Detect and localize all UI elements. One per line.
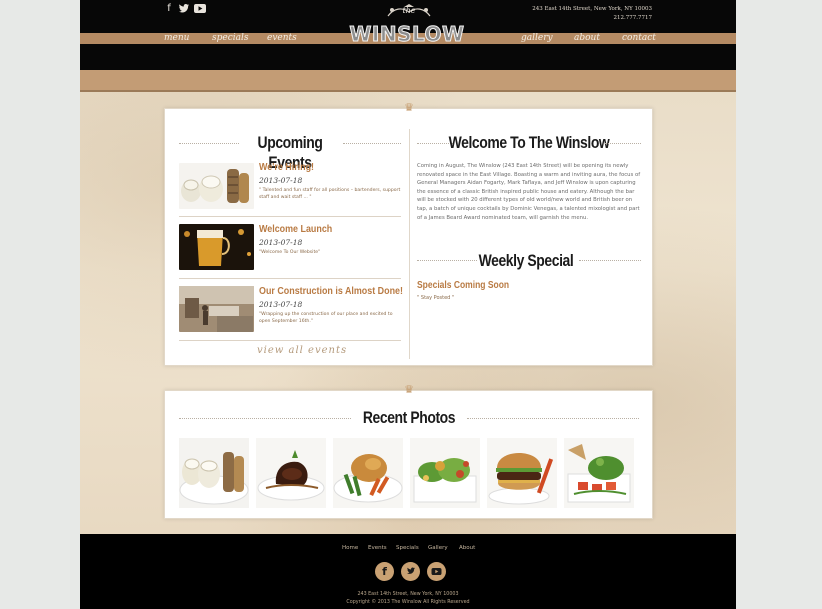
weekly-special-title: Weekly Special bbox=[478, 251, 574, 270]
column-divider bbox=[409, 129, 410, 359]
title-rule bbox=[579, 260, 641, 261]
divider bbox=[179, 340, 401, 341]
crown-icon: ♛ bbox=[404, 383, 414, 396]
steak-photo[interactable] bbox=[256, 438, 326, 508]
divider bbox=[179, 278, 401, 279]
event-image-construction[interactable] bbox=[179, 286, 254, 332]
event-image-launch[interactable] bbox=[179, 224, 254, 270]
footer-link-home[interactable]: Home bbox=[342, 545, 358, 551]
roast-chicken-photo[interactable] bbox=[333, 438, 403, 508]
event-desc: "Welcome To Our Website" bbox=[259, 250, 321, 255]
event-title[interactable]: Welcome Launch bbox=[259, 223, 332, 235]
title-rule bbox=[467, 418, 639, 419]
title-rule bbox=[179, 418, 351, 419]
page: f the WINSLOW 243 East 14th Street, New … bbox=[80, 0, 736, 609]
event-desc: " Talented and fun staff for all positio… bbox=[259, 188, 401, 200]
welcome-title: Welcome To The Winslow bbox=[448, 133, 610, 152]
tuna-salad-photo[interactable] bbox=[564, 438, 634, 508]
view-all-events-link[interactable]: view all events bbox=[257, 345, 347, 356]
salad-photo[interactable] bbox=[410, 438, 480, 508]
event-date: 2013-07-18 bbox=[259, 238, 303, 247]
title-rule bbox=[605, 143, 641, 144]
header-social-icons: f bbox=[164, 4, 206, 16]
header-band bbox=[80, 70, 736, 92]
logo-the: the bbox=[402, 6, 416, 15]
header-phone: 212.777.7717 bbox=[613, 15, 653, 21]
event-date: 2013-07-18 bbox=[259, 300, 303, 309]
site-logo[interactable]: WINSLOW bbox=[342, 22, 472, 47]
footer-address: 243 East 14th Street, New York, NY 10003 bbox=[357, 592, 459, 597]
special-item-title[interactable]: Specials Coming Soon bbox=[417, 280, 509, 291]
title-rule bbox=[343, 143, 401, 144]
site-footer: Home Events Specials Gallery About f 243… bbox=[80, 534, 736, 609]
event-desc: "Wrapping up the construction of our pla… bbox=[259, 312, 393, 324]
footer-link-about[interactable]: About bbox=[459, 545, 475, 551]
youtube-icon[interactable] bbox=[427, 562, 446, 581]
nav-about[interactable]: about bbox=[574, 33, 600, 44]
event-date: 2013-07-18 bbox=[259, 176, 303, 185]
divider bbox=[179, 216, 401, 217]
nav-events[interactable]: events bbox=[267, 33, 297, 44]
header-contact: 243 East 14th Street, New York, NY 10003… bbox=[532, 5, 652, 23]
footer-link-events[interactable]: Events bbox=[368, 545, 387, 551]
title-rule bbox=[417, 260, 477, 261]
twitter-icon[interactable] bbox=[401, 562, 420, 581]
nav-gallery[interactable]: gallery bbox=[521, 33, 553, 44]
main-panel: ♛ Upcoming Events We're Hiring! 2013-07-… bbox=[164, 102, 653, 366]
nav-specials[interactable]: specials bbox=[212, 33, 249, 44]
header-address: 243 East 14th Street, New York, NY 10003 bbox=[532, 6, 652, 12]
nav-menu[interactable]: menu bbox=[164, 33, 189, 44]
nav-contact[interactable]: contact bbox=[622, 33, 656, 44]
facebook-icon[interactable]: f bbox=[164, 4, 174, 14]
event-title[interactable]: We're Hiring! bbox=[259, 161, 314, 173]
special-item-desc: " Stay Posted " bbox=[417, 295, 455, 301]
burger-photo[interactable] bbox=[487, 438, 557, 508]
footer-link-specials[interactable]: Specials bbox=[396, 545, 419, 551]
footer-link-gallery[interactable]: Gallery bbox=[428, 545, 448, 551]
sushi-photo[interactable] bbox=[179, 438, 249, 508]
title-rule bbox=[179, 143, 239, 144]
facebook-icon[interactable]: f bbox=[375, 562, 394, 581]
event-title[interactable]: Our Construction is Almost Done! bbox=[259, 285, 403, 297]
youtube-icon[interactable] bbox=[194, 4, 206, 14]
welcome-body: Coming in August, The Winslow (243 East … bbox=[417, 163, 641, 221]
crown-icon: ♛ bbox=[404, 101, 414, 114]
photos-panel: ♛ Recent Photos bbox=[164, 384, 653, 519]
twitter-icon[interactable] bbox=[179, 4, 189, 14]
event-image-hiring[interactable] bbox=[179, 163, 254, 209]
photos-title: Recent Photos bbox=[362, 408, 456, 427]
footer-copyright: Copyright © 2013 The Winslow All Rights … bbox=[346, 600, 470, 605]
